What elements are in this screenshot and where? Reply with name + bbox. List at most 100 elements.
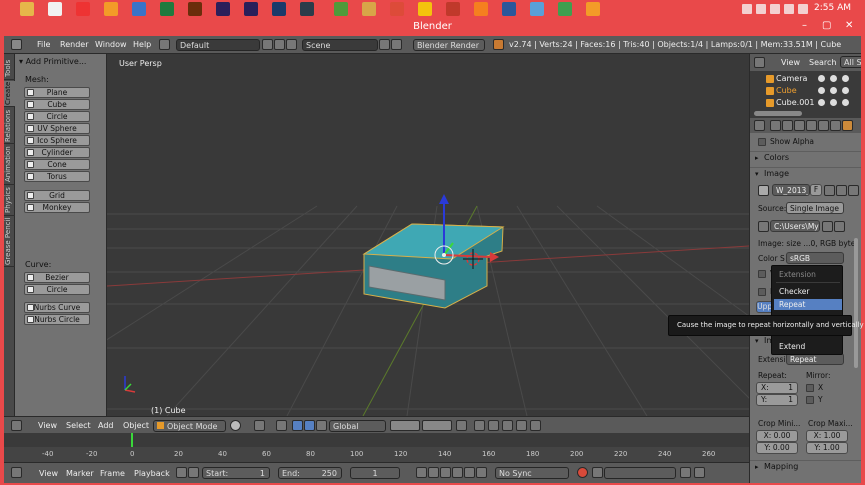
tab-tools[interactable]: Tools	[4, 58, 15, 80]
render-icon[interactable]	[516, 420, 527, 431]
photoshop-icon[interactable]	[272, 2, 286, 16]
object-tab-icon[interactable]	[818, 120, 829, 131]
add-cylinder-button[interactable]: Cylinder	[24, 147, 90, 158]
image-icon[interactable]	[530, 2, 544, 16]
properties-editor-icon[interactable]	[754, 120, 765, 131]
dropdown-item-repeat[interactable]: Repeat	[774, 299, 842, 310]
add-torus-button[interactable]: Torus	[24, 171, 90, 182]
blender-icon[interactable]	[474, 2, 488, 16]
timeline-area[interactable]: -40 -20 0 20 40 60 80 100 120 140 160 180 200 220 240 2…	[4, 433, 749, 462]
snap-element-icon[interactable]	[502, 420, 513, 431]
snap-icon[interactable]	[488, 420, 499, 431]
add-uv-sphere-button[interactable]: UV Sphere	[24, 123, 90, 134]
add-plane-button[interactable]: Plane	[24, 87, 90, 98]
tl-menu-playback[interactable]: Playback	[134, 469, 170, 478]
next-key-icon[interactable]	[464, 467, 475, 478]
add-ico-sphere-button[interactable]: Ico Sphere	[24, 135, 90, 146]
range-icon[interactable]	[176, 467, 187, 478]
folder-icon[interactable]	[20, 2, 34, 16]
crop-max-x-field[interactable]: X: 1.00	[806, 430, 848, 442]
colorspace-select[interactable]: sRGB	[786, 252, 844, 264]
tab-physics[interactable]: Physics	[4, 186, 15, 216]
visibility-eye-icon[interactable]	[818, 75, 825, 82]
image-path-field[interactable]: C:\Users\My ...	[770, 220, 820, 232]
record-icon[interactable]	[577, 467, 588, 478]
texture-tab-icon[interactable]	[842, 120, 853, 131]
3d-viewport[interactable]: User Persp (1) Cube	[107, 54, 749, 416]
render-engine-select[interactable]: Blender Render	[413, 39, 485, 51]
layers-tab-icon[interactable]	[782, 120, 793, 131]
tab-relations[interactable]: Relations	[4, 108, 15, 144]
render-tab-icon[interactable]	[770, 120, 781, 131]
menu-help[interactable]: Help	[133, 40, 151, 49]
word-icon[interactable]	[502, 2, 516, 16]
app-green-icon[interactable]	[334, 2, 348, 16]
tray-icon[interactable]	[756, 4, 766, 14]
source-select[interactable]: Single Image	[786, 202, 844, 214]
render-camera-icon[interactable]	[842, 87, 849, 94]
range2-icon[interactable]	[188, 467, 199, 478]
play-icon[interactable]	[452, 467, 463, 478]
prev-key-icon[interactable]	[428, 467, 439, 478]
menu-add[interactable]: Add	[98, 421, 114, 430]
outliner-item-cube-001[interactable]: Cube.001	[750, 97, 858, 109]
menu-view[interactable]: View	[38, 421, 57, 430]
fields-checkbox[interactable]	[758, 288, 766, 296]
properties-scrollbar[interactable]	[854, 238, 858, 368]
play-reverse-icon[interactable]	[440, 467, 451, 478]
select-arrow-icon[interactable]	[830, 99, 837, 106]
mode-select[interactable]: Object Mode	[153, 420, 226, 432]
add-monkey-button[interactable]: Monkey	[24, 202, 90, 213]
crop-min-y-field[interactable]: Y: 0.00	[756, 442, 798, 454]
minimize-button[interactable]: –	[802, 20, 807, 31]
tray-icon[interactable]	[770, 4, 780, 14]
colors-panel-header[interactable]: ▸ Colors	[750, 151, 861, 164]
dropdown-item-checker[interactable]: Checker	[774, 286, 842, 297]
add-cone-button[interactable]: Cone	[24, 159, 90, 170]
tab-grease-pencil[interactable]: Grease Pencil	[4, 217, 15, 267]
orientation-select[interactable]: Global	[329, 420, 386, 432]
select-arrow-icon[interactable]	[830, 87, 837, 94]
layout-field[interactable]: Default	[176, 39, 260, 51]
scene-icon[interactable]	[286, 39, 297, 50]
translate-icon[interactable]	[292, 420, 303, 431]
vlc-icon[interactable]	[104, 2, 118, 16]
layout-icon[interactable]	[159, 39, 170, 50]
timeline-editor-icon[interactable]	[11, 467, 22, 478]
open-image-icon[interactable]	[836, 185, 847, 196]
insert-key-icon[interactable]	[680, 467, 691, 478]
sync-select[interactable]: No Sync	[495, 467, 569, 479]
remove-scene-icon[interactable]	[391, 39, 402, 50]
new-image-icon[interactable]	[824, 185, 835, 196]
pivot-icon[interactable]	[254, 420, 265, 431]
layers2-icon[interactable]	[422, 420, 452, 431]
outliner-item-cube[interactable]: Cube	[750, 85, 858, 97]
maximize-button[interactable]: ▢	[822, 20, 831, 31]
dropdown-item-extend[interactable]: Extend	[774, 341, 842, 352]
fake-user-button[interactable]: F	[810, 184, 822, 196]
add-circle-button[interactable]: Circle	[24, 111, 90, 122]
menu-select[interactable]: Select	[66, 421, 91, 430]
repeat-x-field[interactable]: X: 1	[756, 382, 798, 394]
render-camera-icon[interactable]	[842, 75, 849, 82]
illustrator-icon[interactable]	[188, 2, 202, 16]
chrome2-icon[interactable]	[418, 2, 432, 16]
select-arrow-icon[interactable]	[830, 75, 837, 82]
render-anim-icon[interactable]	[530, 420, 541, 431]
image-panel-header[interactable]: ▾ Image	[750, 167, 861, 180]
taskbar-clock[interactable]: 2:55 AM	[814, 3, 851, 13]
chrome-icon[interactable]	[390, 2, 404, 16]
keying-set-field[interactable]	[604, 467, 676, 479]
editor-type-icon[interactable]	[11, 39, 22, 50]
scene-tab-icon[interactable]	[794, 120, 805, 131]
outliner-scrollbar[interactable]	[754, 111, 802, 116]
add-layout-icon[interactable]	[262, 39, 273, 50]
jump-start-icon[interactable]	[416, 467, 427, 478]
menu-file[interactable]: File	[37, 40, 50, 49]
cube-object[interactable]	[362, 223, 505, 309]
tray-icon[interactable]	[798, 4, 808, 14]
lightroom-icon[interactable]	[300, 2, 314, 16]
layer-lock-icon[interactable]	[456, 420, 467, 431]
menu-object[interactable]: Object	[123, 421, 149, 430]
keying-icon[interactable]	[592, 467, 603, 478]
